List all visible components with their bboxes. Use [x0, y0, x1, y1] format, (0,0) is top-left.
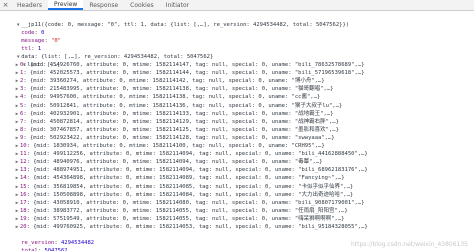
item-index: 16 — [20, 191, 27, 198]
list-item[interactable]: ▶ 20: {mid: 499760925, attribute: 0, mtim… — [14, 223, 368, 231]
item-summary: {mid: 452025573, attribute: 0, mtime: 15… — [29, 70, 365, 77]
item-summary: {mid: 488974951, attribute: 0, mtime: 15… — [33, 167, 368, 174]
item-index: 17 — [20, 199, 27, 206]
item-summary: {mid: 454926760, attribute: 0, mtime: 15… — [29, 62, 365, 68]
value-message: "0" — [51, 38, 61, 44]
tab-initiator[interactable]: Initiator — [160, 0, 195, 10]
item-summary: {mid: 499112256, attribute: 0, mtime: 15… — [33, 151, 368, 158]
item-index: 12 — [20, 159, 27, 166]
item-summary: {mid: 94957600, attribute: 0, mtime: 158… — [29, 94, 321, 101]
tree-row-total: total: 5047562 — [8, 239, 67, 251]
item-summary: {mid: 50912841, attribute: 0, mtime: 158… — [29, 102, 343, 109]
tree-row-message: message: "0" — [21, 38, 61, 44]
list-item[interactable]: ▶ 18: {mid: 38983772, attribute: 0, mtime… — [14, 207, 348, 215]
list-item[interactable]: ▶ 3: {mid: 215483995, attribute: 0, mtime… — [14, 85, 334, 93]
tab-headers[interactable]: Headers — [11, 0, 48, 10]
list-item[interactable]: ▶ 10: {mid: 1830934, attribute: 0, mtime:… — [14, 142, 325, 150]
item-index: 13 — [20, 167, 27, 174]
tree-row-data[interactable]: ▼ data: {list: [,…], re_version: 42945344… — [2, 45, 213, 60]
item-index: 19 — [20, 215, 27, 222]
list-item[interactable]: ▶ 7: {mid: 450872814, attribute: 0, mtime… — [14, 118, 339, 126]
list-item[interactable]: ▶ 9: {mid: 502923422, attribute: 0, mtime… — [14, 134, 335, 142]
item-summary: {mid: 39360274, attribute: 0, mtime: 158… — [29, 78, 325, 85]
tree-row-ttl: ttl: 1 — [21, 46, 42, 52]
item-index: 11 — [20, 151, 27, 158]
tab-cookies[interactable]: Cookies — [124, 0, 160, 10]
item-summary: {mid: 38983772, attribute: 0, mtime: 158… — [33, 207, 348, 214]
item-summary: {mid: 307467857, attribute: 0, mtime: 15… — [29, 126, 339, 133]
item-summary: {mid: 43058910, attribute: 0, mtime: 158… — [33, 199, 365, 206]
list-item[interactable]: ▶ 8: {mid: 307467857, attribute: 0, mtime… — [14, 126, 339, 134]
item-summary: {mid: 502923422, attribute: 0, mtime: 15… — [29, 134, 335, 141]
list-item[interactable]: ▶ 11: {mid: 499112256, attribute: 0, mtim… — [14, 150, 368, 158]
list-item[interactable]: ▶ 14: {mid: 454364898, attribute: 0, mtim… — [14, 174, 345, 182]
item-summary: {mid: 1830934, attribute: 0, mtime: 1582… — [33, 143, 325, 149]
item-summary: {mid: 356819854, attribute: 0, mtime: 15… — [33, 183, 354, 190]
tree-row-code: code: 0 — [21, 30, 45, 36]
list-item[interactable]: ▶ 1: {mid: 452025573, attribute: 0, mtime… — [14, 69, 365, 77]
preview-tree: ▼ __jp11({code: 0, message: "0", ttl: 1, … — [0, 12, 474, 251]
list-item[interactable]: ▶ 17: {mid: 43058910, attribute: 0, mtime… — [14, 199, 365, 207]
item-index: 14 — [20, 175, 27, 182]
item-summary: {mid: 215483995, attribute: 0, mtime: 15… — [29, 86, 334, 93]
tab-response[interactable]: Response — [83, 0, 124, 10]
list-item[interactable]: ▶ 13: {mid: 488974951, attribute: 0, mtim… — [14, 166, 368, 174]
item-summary: {mid: 57519549, attribute: 0, mtime: 158… — [33, 215, 345, 222]
list-item[interactable]: ▶ 6: {mid: 402932901, attribute: 0, mtime… — [14, 110, 334, 118]
item-index: 18 — [20, 207, 27, 214]
item-summary: {mid: 499760925, attribute: 0, mtime: 15… — [33, 224, 368, 230]
list-item[interactable]: ▶ 12: {mid: 48940976, attribute: 0, mtime… — [14, 158, 323, 166]
tab-preview[interactable]: Preview — [47, 0, 84, 10]
item-summary: {mid: 48940976, attribute: 0, mtime: 158… — [33, 159, 323, 166]
item-index: 20 — [20, 224, 27, 230]
devtools-tabbar: × Headers Preview Response Cookies Initi… — [0, 0, 474, 11]
tree-root[interactable]: ▼ __jp11({code: 0, message: "0", ttl: 1, … — [2, 13, 349, 28]
list-item[interactable]: ▶ 4: {mid: 94957600, attribute: 0, mtime:… — [14, 93, 321, 101]
tree-row-list[interactable]: ▼ list: [,…] — [8, 53, 60, 68]
list-item[interactable]: ▶ 5: {mid: 50912841, attribute: 0, mtime:… — [14, 102, 343, 110]
list-item[interactable]: ▶ 0: {mid: 454926760, attribute: 0, mtime… — [14, 61, 365, 69]
item-index: 15 — [20, 183, 27, 190]
item-summary: {mid: 150508898, attribute: 0, mtime: 15… — [33, 191, 354, 198]
close-icon[interactable]: × — [0, 0, 11, 10]
list-item[interactable]: ▶ 19: {mid: 57519549, attribute: 0, mtime… — [14, 215, 345, 223]
item-summary: {mid: 402932901, attribute: 0, mtime: 15… — [29, 110, 334, 117]
item-index: 10 — [20, 143, 27, 149]
watermark: https://blog.csdn.net/weixin_43806135 — [350, 241, 468, 248]
item-summary: {mid: 454364898, attribute: 0, mtime: 15… — [33, 175, 345, 182]
list-item[interactable]: ▶ 2: {mid: 39360274, attribute: 0, mtime:… — [14, 77, 325, 85]
list-item[interactable]: ▶ 15: {mid: 356819854, attribute: 0, mtim… — [14, 183, 354, 191]
item-summary: {mid: 450872814, attribute: 0, mtime: 15… — [29, 118, 339, 125]
list-item[interactable]: ▶ 16: {mid: 150508898, attribute: 0, mtim… — [14, 191, 354, 199]
root-text: __jp11({code: 0, message: "0", ttl: 1, d… — [21, 22, 350, 28]
tree-row-re-version: re_version: 4294534482 — [21, 240, 95, 247]
